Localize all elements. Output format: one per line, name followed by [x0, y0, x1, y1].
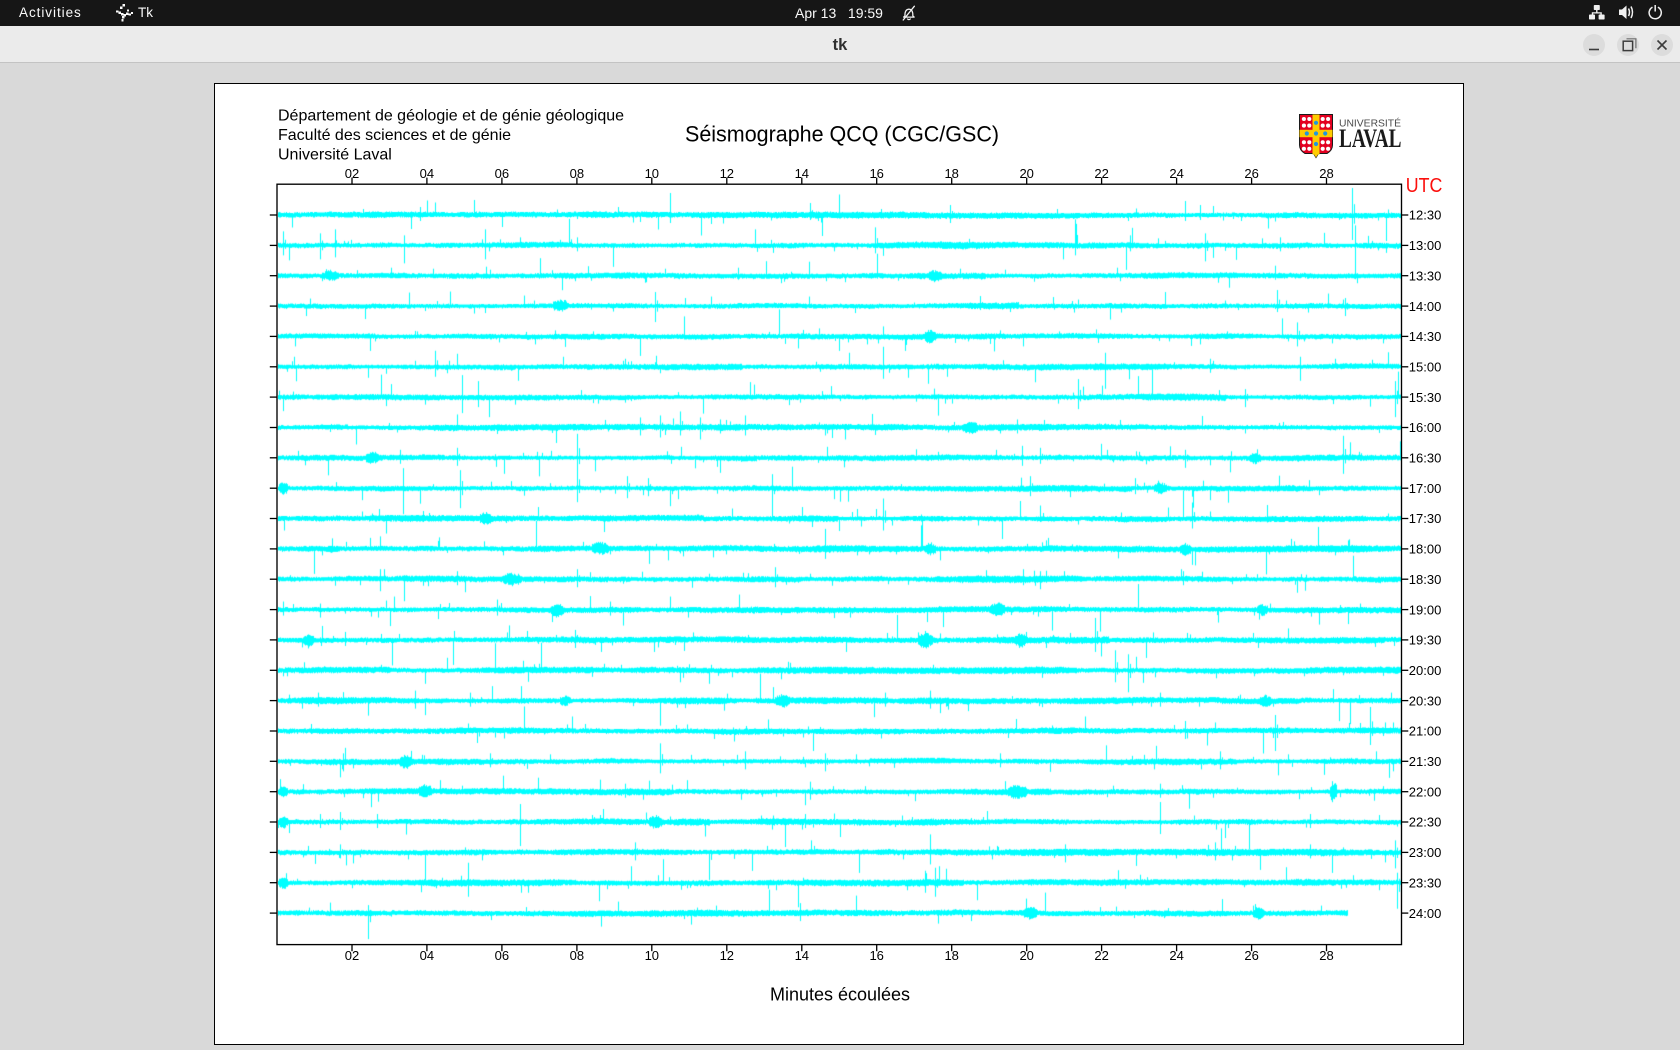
svg-text:15:00: 15:00	[1409, 360, 1442, 375]
svg-text:14:00: 14:00	[1409, 299, 1442, 314]
svg-text:06: 06	[495, 166, 509, 181]
svg-text:16:30: 16:30	[1409, 451, 1442, 466]
svg-text:02: 02	[345, 948, 359, 963]
svg-text:24:00: 24:00	[1409, 906, 1442, 921]
svg-text:16:00: 16:00	[1409, 420, 1442, 435]
svg-text:21:00: 21:00	[1409, 724, 1442, 739]
svg-text:19:00: 19:00	[1409, 602, 1442, 617]
svg-text:17:00: 17:00	[1409, 481, 1442, 496]
svg-text:19:30: 19:30	[1409, 633, 1442, 648]
svg-text:06: 06	[495, 948, 509, 963]
svg-text:12: 12	[720, 166, 734, 181]
svg-text:18:30: 18:30	[1409, 572, 1442, 587]
svg-text:16: 16	[869, 948, 883, 963]
svg-text:28: 28	[1319, 166, 1333, 181]
svg-text:22: 22	[1094, 166, 1108, 181]
svg-text:20:00: 20:00	[1409, 663, 1442, 678]
svg-text:23:30: 23:30	[1409, 875, 1442, 890]
svg-text:17:30: 17:30	[1409, 511, 1442, 526]
svg-text:08: 08	[570, 166, 584, 181]
svg-text:Département de géologie et de: Département de géologie et de génie géol…	[278, 108, 624, 125]
svg-text:23:00: 23:00	[1409, 845, 1442, 860]
svg-text:26: 26	[1244, 166, 1258, 181]
svg-text:Faculté des sciences et de gén: Faculté des sciences et de génie	[278, 127, 511, 144]
svg-text:22:00: 22:00	[1409, 784, 1442, 799]
svg-text:24: 24	[1169, 948, 1183, 963]
svg-text:20:30: 20:30	[1409, 693, 1442, 708]
svg-text:Université Laval: Université Laval	[278, 146, 392, 163]
svg-text:18: 18	[944, 948, 958, 963]
svg-text:24: 24	[1169, 166, 1183, 181]
svg-text:13:00: 13:00	[1409, 238, 1442, 253]
svg-text:LAVAL: LAVAL	[1339, 124, 1402, 153]
svg-text:18:00: 18:00	[1409, 542, 1442, 557]
svg-text:28: 28	[1319, 948, 1333, 963]
svg-text:14: 14	[795, 166, 809, 181]
svg-text:15:30: 15:30	[1409, 390, 1442, 405]
svg-text:20: 20	[1019, 948, 1033, 963]
svg-text:26: 26	[1244, 948, 1258, 963]
svg-text:14: 14	[795, 948, 809, 963]
svg-text:16: 16	[869, 166, 883, 181]
svg-text:22:30: 22:30	[1409, 815, 1442, 830]
svg-text:20: 20	[1019, 166, 1033, 181]
svg-text:UTC: UTC	[1406, 175, 1443, 197]
svg-text:08: 08	[570, 948, 584, 963]
svg-text:22: 22	[1094, 948, 1108, 963]
svg-text:04: 04	[420, 166, 434, 181]
svg-text:14:30: 14:30	[1409, 329, 1442, 344]
svg-text:18: 18	[944, 166, 958, 181]
svg-text:13:30: 13:30	[1409, 268, 1442, 283]
svg-text:04: 04	[420, 948, 434, 963]
svg-text:12:30: 12:30	[1409, 208, 1442, 223]
svg-text:10: 10	[645, 166, 659, 181]
svg-text:Séismographe QCQ (CGC/GSC): Séismographe QCQ (CGC/GSC)	[685, 122, 999, 147]
svg-text:12: 12	[720, 948, 734, 963]
svg-text:21:30: 21:30	[1409, 754, 1442, 769]
svg-text:02: 02	[345, 166, 359, 181]
svg-text:10: 10	[645, 948, 659, 963]
svg-text:Minutes écoulées: Minutes écoulées	[770, 985, 910, 1005]
